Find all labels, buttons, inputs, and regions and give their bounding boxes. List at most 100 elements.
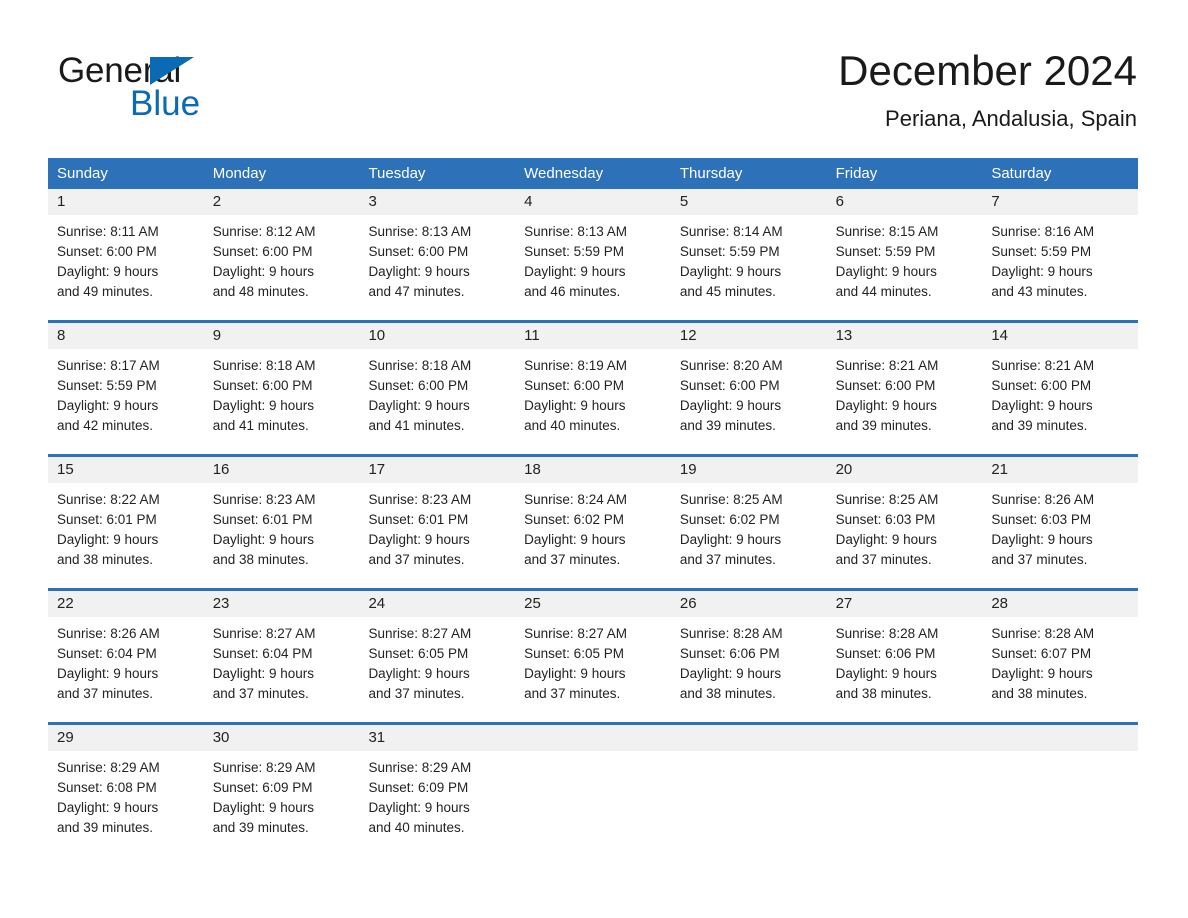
- weekday-header-cell: Sunday: [57, 165, 108, 182]
- logo-text-blue: Blue: [130, 84, 201, 123]
- day-cell[interactable]: Sunrise: 8:17 AM Sunset: 5:59 PM Daylight:…: [48, 349, 204, 454]
- day-detail-line: and 39 minutes.: [212, 820, 309, 835]
- day-cell[interactable]: Sunrise: 8:21 AM Sunset: 6:00 PM Daylight:…: [827, 349, 983, 454]
- day-number[interactable]: 22: [48, 591, 204, 617]
- day-number[interactable]: 5: [671, 189, 827, 215]
- day-number[interactable]: 11: [515, 323, 671, 349]
- day-detail-line: Daylight: 9 hours: [991, 398, 1093, 413]
- day-detail-line: Sunset: 5:59 PM: [835, 244, 936, 259]
- day-detail-line: Sunrise: 8:25 AM: [835, 492, 939, 507]
- day-cell[interactable]: Sunrise: 8:19 AM Sunset: 6:00 PM Daylight:…: [515, 349, 671, 454]
- day-number[interactable]: 20: [827, 457, 983, 483]
- week-detail-band: Sunrise: 8:11 AM Sunset: 6:00 PM Daylight:…: [48, 215, 1138, 320]
- day-number[interactable]: 24: [359, 591, 515, 617]
- day-cell[interactable]: Sunrise: 8:27 AM Sunset: 6:05 PM Daylight:…: [359, 617, 515, 722]
- day-number[interactable]: 31: [359, 725, 515, 751]
- day-number[interactable]: 12: [671, 323, 827, 349]
- day-number[interactable]: 29: [48, 725, 204, 751]
- day-number[interactable]: 19: [671, 457, 827, 483]
- day-number[interactable]: 25: [515, 591, 671, 617]
- day-number[interactable]: 13: [827, 323, 983, 349]
- day-cell[interactable]: Sunrise: 8:28 AM Sunset: 6:06 PM Daylight:…: [827, 617, 983, 722]
- day-detail-line: Daylight: 9 hours: [835, 398, 937, 413]
- day-cell[interactable]: Sunrise: 8:18 AM Sunset: 6:00 PM Daylight:…: [359, 349, 515, 454]
- location-subtitle: Periana, Andalusia, Spain: [885, 106, 1137, 131]
- day-number[interactable]: 7: [982, 189, 1138, 215]
- general-blue-logo[interactable]: General Blue: [58, 52, 318, 132]
- day-number[interactable]: 18: [515, 457, 671, 483]
- day-detail-line: Sunset: 5:59 PM: [524, 244, 624, 259]
- day-cell[interactable]: Sunrise: 8:23 AM Sunset: 6:01 PM Daylight:…: [204, 483, 360, 588]
- day-cell[interactable]: Sunrise: 8:29 AM Sunset: 6:08 PM Daylight:…: [48, 751, 204, 856]
- day-detail-line: Daylight: 9 hours: [368, 666, 470, 681]
- day-cell[interactable]: Sunrise: 8:23 AM Sunset: 6:01 PM Daylight:…: [359, 483, 515, 588]
- calendar-week-row: 1 2 3 4 5 6 7 Sunrise: 8:11 AM Sunset: 6:00 PM Da…: [48, 189, 1138, 320]
- day-number[interactable]: 9: [204, 323, 360, 349]
- day-cell[interactable]: Sunrise: 8:12 AM Sunset: 6:00 PM Daylight:…: [204, 215, 360, 320]
- day-number[interactable]: 16: [204, 457, 360, 483]
- day-cell[interactable]: Sunrise: 8:20 AM Sunset: 6:00 PM Daylight:…: [671, 349, 827, 454]
- day-cell[interactable]: Sunrise: 8:13 AM Sunset: 5:59 PM Daylight:…: [515, 215, 671, 320]
- day-number[interactable]: 28: [982, 591, 1138, 617]
- day-cell[interactable]: Sunrise: 8:14 AM Sunset: 5:59 PM Daylight:…: [671, 215, 827, 320]
- page-title: December 2024: [838, 47, 1137, 94]
- day-cell[interactable]: Sunrise: 8:22 AM Sunset: 6:01 PM Daylight:…: [48, 483, 204, 588]
- day-detail-line: and 37 minutes.: [368, 552, 465, 567]
- day-detail-line: Sunrise: 8:21 AM: [835, 358, 939, 373]
- day-number[interactable]: 4: [515, 189, 671, 215]
- day-cell[interactable]: Sunrise: 8:26 AM Sunset: 6:03 PM Daylight:…: [982, 483, 1138, 588]
- day-number[interactable]: 1: [48, 189, 204, 215]
- day-cell[interactable]: Sunrise: 8:29 AM Sunset: 6:09 PM Daylight:…: [204, 751, 360, 856]
- weekday-header-cell: Thursday: [679, 165, 743, 182]
- day-cell[interactable]: Sunrise: 8:15 AM Sunset: 5:59 PM Daylight:…: [827, 215, 983, 320]
- day-number[interactable]: 6: [827, 189, 983, 215]
- day-cell[interactable]: Sunrise: 8:13 AM Sunset: 6:00 PM Daylight:…: [359, 215, 515, 320]
- day-detail-line: Sunset: 6:06 PM: [835, 646, 936, 661]
- day-cell[interactable]: Sunrise: 8:28 AM Sunset: 6:07 PM Daylight:…: [982, 617, 1138, 722]
- day-number[interactable]: 30: [204, 725, 360, 751]
- day-cell[interactable]: Sunrise: 8:25 AM Sunset: 6:03 PM Daylight:…: [827, 483, 983, 588]
- day-cell[interactable]: Sunrise: 8:21 AM Sunset: 6:00 PM Daylight:…: [982, 349, 1138, 454]
- day-detail-line: and 38 minutes.: [835, 686, 932, 701]
- day-cell[interactable]: Sunrise: 8:16 AM Sunset: 5:59 PM Daylight:…: [982, 215, 1138, 320]
- day-cell[interactable]: Sunrise: 8:24 AM Sunset: 6:02 PM Daylight:…: [515, 483, 671, 588]
- day-detail-line: and 39 minutes.: [679, 418, 776, 433]
- day-detail-line: Sunset: 6:01 PM: [368, 512, 469, 527]
- calendar-page: General Blue December 2024 Periana, Anda…: [0, 0, 1188, 918]
- day-number[interactable]: 21: [982, 457, 1138, 483]
- day-number[interactable]: 26: [671, 591, 827, 617]
- day-cell[interactable]: Sunrise: 8:18 AM Sunset: 6:00 PM Daylight:…: [204, 349, 360, 454]
- day-number[interactable]: 15: [48, 457, 204, 483]
- day-number[interactable]: 10: [359, 323, 515, 349]
- day-cell[interactable]: Sunrise: 8:27 AM Sunset: 6:04 PM Daylight:…: [204, 617, 360, 722]
- day-detail-line: Sunrise: 8:20 AM: [679, 358, 783, 373]
- day-number[interactable]: 27: [827, 591, 983, 617]
- day-detail-line: Daylight: 9 hours: [368, 398, 470, 413]
- calendar-week-row: 8 9 10 11 12 13 14 Sunrise: 8:17 AM Sunset: 5:59…: [48, 320, 1138, 454]
- day-cell[interactable]: Sunrise: 8:29 AM Sunset: 6:09 PM Daylight:…: [359, 751, 515, 856]
- day-cell[interactable]: Sunrise: 8:26 AM Sunset: 6:04 PM Daylight:…: [48, 617, 204, 722]
- weekday-header-cell: Friday: [835, 165, 878, 182]
- day-cell[interactable]: Sunrise: 8:11 AM Sunset: 6:00 PM Daylight:…: [48, 215, 204, 320]
- day-detail-line: Sunset: 5:59 PM: [991, 244, 1092, 259]
- day-detail-line: Sunrise: 8:14 AM: [679, 224, 783, 239]
- day-detail-line: Daylight: 9 hours: [57, 398, 159, 413]
- day-detail-line: Daylight: 9 hours: [835, 264, 937, 279]
- day-number[interactable]: 2: [204, 189, 360, 215]
- day-detail-line: and 39 minutes.: [835, 418, 932, 433]
- day-detail-line: Sunset: 6:00 PM: [835, 378, 936, 393]
- day-cell-empty: [671, 751, 827, 856]
- day-detail-line: Sunrise: 8:22 AM: [57, 492, 160, 507]
- day-cell[interactable]: Sunrise: 8:28 AM Sunset: 6:06 PM Daylight:…: [671, 617, 827, 722]
- day-number[interactable]: 14: [982, 323, 1138, 349]
- day-number[interactable]: 3: [359, 189, 515, 215]
- day-cell[interactable]: Sunrise: 8:25 AM Sunset: 6:02 PM Daylight:…: [671, 483, 827, 588]
- day-cell[interactable]: Sunrise: 8:27 AM Sunset: 6:05 PM Daylight:…: [515, 617, 671, 722]
- day-number[interactable]: 8: [48, 323, 204, 349]
- day-detail-line: Sunset: 6:00 PM: [368, 244, 469, 259]
- day-detail-line: Daylight: 9 hours: [212, 532, 315, 547]
- day-number[interactable]: 23: [204, 591, 360, 617]
- day-detail-line: and 42 minutes.: [57, 418, 154, 433]
- day-detail-line: Daylight: 9 hours: [524, 398, 626, 413]
- day-number[interactable]: 17: [359, 457, 515, 483]
